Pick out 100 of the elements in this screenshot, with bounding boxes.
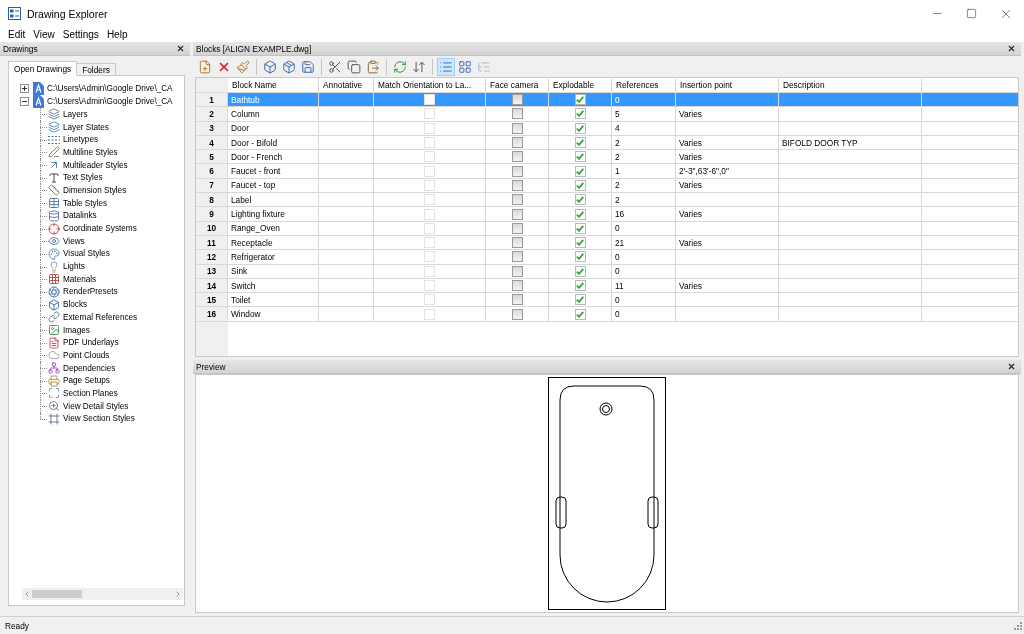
table-row[interactable]: 5 Door - French 2 Varies xyxy=(196,150,1018,165)
checkbox[interactable] xyxy=(511,308,523,320)
table-row[interactable]: 8 Label 2 xyxy=(196,193,1018,208)
tree-item[interactable]: Visual Styles xyxy=(63,248,110,260)
checkbox[interactable] xyxy=(511,294,523,306)
checkbox[interactable] xyxy=(511,94,523,106)
tab[interactable]: Folders xyxy=(76,63,116,76)
checkbox[interactable] xyxy=(511,265,523,277)
tree-item[interactable]: Dimension Styles xyxy=(63,184,127,196)
column-header[interactable]: Description xyxy=(779,78,922,92)
expander-icon[interactable] xyxy=(20,84,29,93)
tree-list-icon xyxy=(477,59,491,74)
chevron-right-icon[interactable] xyxy=(174,590,182,598)
tree-item[interactable]: View Section Styles xyxy=(63,413,135,425)
checkbox[interactable] xyxy=(574,208,586,220)
table-row[interactable]: 16 Window 0 xyxy=(196,307,1018,322)
column-header[interactable]: Explodable xyxy=(549,78,612,92)
checkbox[interactable] xyxy=(574,194,586,206)
tree-item[interactable]: PDF Underlays xyxy=(63,337,119,349)
checkbox[interactable] xyxy=(511,122,523,134)
tree-item[interactable]: Section Planes xyxy=(63,387,118,399)
close-icon[interactable] xyxy=(176,44,185,53)
tree-item[interactable]: Multileader Styles xyxy=(63,159,128,171)
checkbox[interactable] xyxy=(574,308,586,320)
tree-item[interactable]: Coordinate Systems xyxy=(63,223,137,235)
tree-item[interactable]: Linetypes xyxy=(63,134,99,146)
checkbox[interactable] xyxy=(511,251,523,263)
details-view-button[interactable] xyxy=(437,57,455,76)
checkbox[interactable] xyxy=(511,194,523,206)
eye-icon xyxy=(48,235,60,248)
expander-icon[interactable] xyxy=(20,97,29,106)
menu-item[interactable]: Help xyxy=(102,29,132,40)
tree-item[interactable]: Text Styles xyxy=(63,172,103,184)
menu-item[interactable]: View xyxy=(29,29,59,40)
tree-item[interactable]: Datalinks xyxy=(63,210,97,222)
table-cell: Switch xyxy=(228,278,319,293)
table-row[interactable]: 9 Lighting fixture 16 Varies xyxy=(196,207,1018,222)
tree-item[interactable]: External References xyxy=(63,311,138,323)
tree-item[interactable]: Dependencies xyxy=(63,362,116,374)
cube-icon xyxy=(263,59,277,74)
checkbox[interactable] xyxy=(511,208,523,220)
checkbox[interactable] xyxy=(574,122,586,134)
tree-item[interactable]: Layers xyxy=(63,108,88,120)
chevron-left-icon[interactable] xyxy=(23,590,31,598)
tree-item[interactable]: Materials xyxy=(63,273,97,285)
menu-item[interactable]: Edit xyxy=(4,29,30,40)
column-header[interactable]: Face camera xyxy=(486,78,549,92)
table-cell: 5 xyxy=(612,107,676,121)
checkbox[interactable] xyxy=(574,151,586,163)
column-header[interactable]: Match Orientation to La... xyxy=(374,78,486,92)
checkbox[interactable] xyxy=(574,94,586,106)
checkbox[interactable] xyxy=(574,222,586,234)
checkbox[interactable] xyxy=(574,294,586,306)
tree-item[interactable]: Multiline Styles xyxy=(63,146,118,158)
cube-icon xyxy=(48,298,60,311)
checkbox[interactable] xyxy=(574,251,586,263)
checkbox[interactable] xyxy=(574,165,586,177)
checkbox[interactable] xyxy=(511,237,523,249)
checkbox[interactable] xyxy=(574,179,586,191)
aperture-icon xyxy=(48,285,60,298)
menu-item[interactable]: Settings xyxy=(58,29,103,40)
tree-item[interactable]: C:\Users\Admin\Google Drive\_CA xyxy=(47,83,173,94)
checkbox[interactable] xyxy=(511,137,523,149)
table-row[interactable]: 15 Toilet 0 xyxy=(196,293,1018,308)
tree-item[interactable]: Table Styles xyxy=(63,197,108,209)
tree-item[interactable]: Blocks xyxy=(63,299,88,311)
close-icon[interactable] xyxy=(1007,44,1016,53)
table-row[interactable]: 6 Faucet - front 1 2'-3",63'-6",0" xyxy=(196,164,1018,179)
column-header[interactable]: Annotative xyxy=(319,78,374,92)
checkbox[interactable] xyxy=(574,137,586,149)
tree-item[interactable]: View Detail Styles xyxy=(63,400,129,412)
checkbox[interactable] xyxy=(511,280,523,291)
checkbox[interactable] xyxy=(511,151,523,163)
table-row[interactable]: 2 Column 5 Varies xyxy=(196,107,1018,122)
table-row[interactable]: 1 Bathtub 0 xyxy=(196,93,1018,108)
tree-item[interactable]: Images xyxy=(63,324,90,336)
checkbox[interactable] xyxy=(511,108,523,120)
table-row[interactable]: 12 Refrigerator 0 xyxy=(196,250,1018,265)
tree-item[interactable]: RenderPresets xyxy=(63,286,118,298)
tree-item[interactable]: C:\Users\Admin\Google Drive\_CA xyxy=(47,96,173,107)
table-cell: Varies xyxy=(676,178,779,193)
column-header[interactable]: References xyxy=(612,78,676,92)
close-icon[interactable] xyxy=(1007,362,1016,371)
checkbox[interactable] xyxy=(574,265,586,277)
tree-item[interactable]: Point Clouds xyxy=(63,349,110,361)
tree-item[interactable]: Layer States xyxy=(63,121,109,133)
checkbox[interactable] xyxy=(511,165,523,177)
checkbox[interactable] xyxy=(574,237,586,249)
checkbox[interactable] xyxy=(574,108,586,120)
checkbox[interactable] xyxy=(511,179,523,191)
tree-item[interactable]: Lights xyxy=(63,261,85,273)
tab[interactable]: Open Drawings xyxy=(8,61,78,76)
maximize-icon[interactable] xyxy=(966,8,977,19)
tree-item[interactable]: Views xyxy=(63,235,85,247)
column-header[interactable]: Block Name xyxy=(228,78,319,92)
tree-item[interactable]: Page Setups xyxy=(63,375,110,387)
checkbox[interactable] xyxy=(574,280,586,291)
horizontal-scrollbar[interactable] xyxy=(22,588,183,600)
column-header[interactable]: Insertion point xyxy=(676,78,779,92)
checkbox[interactable] xyxy=(511,222,523,234)
